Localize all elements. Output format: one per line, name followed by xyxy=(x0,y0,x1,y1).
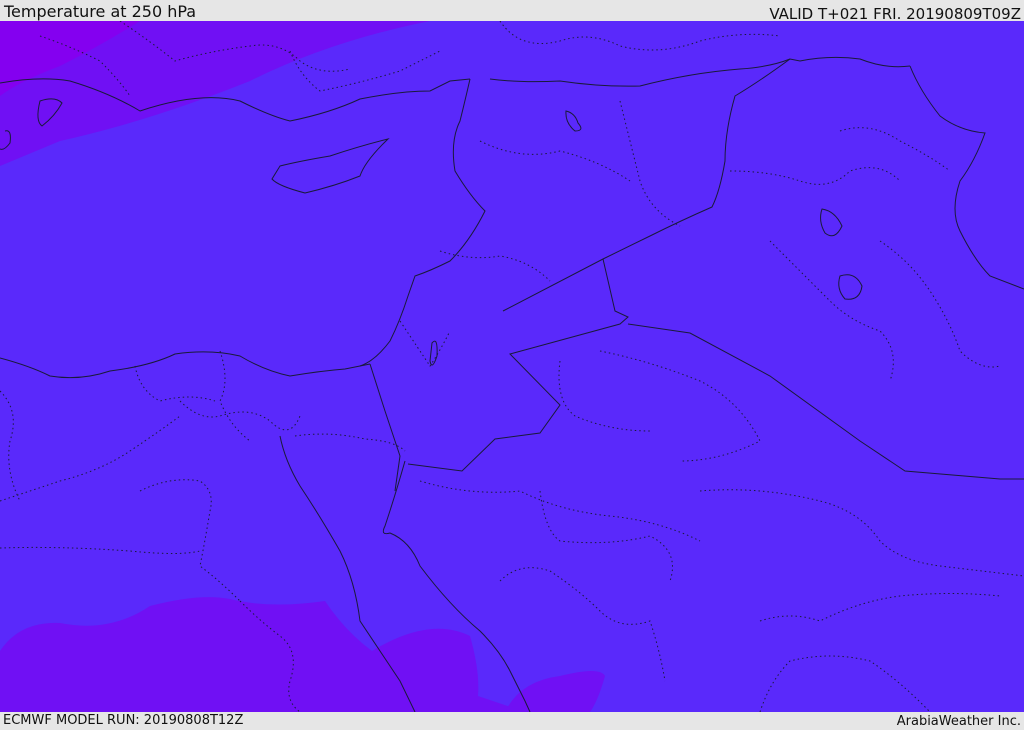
footer-bar: ECMWF MODEL RUN: 20190808T12Z ArabiaWeat… xyxy=(0,712,1024,729)
header-bar: Temperature at 250 hPa VALID T+021 FRI. … xyxy=(0,0,1024,23)
map-title: Temperature at 250 hPa xyxy=(4,2,197,21)
model-run-text: ECMWF MODEL RUN: 20190808T12Z xyxy=(3,713,244,728)
credit-text: ArabiaWeather Inc. xyxy=(896,714,1021,729)
map-canvas xyxy=(0,21,1024,712)
weather-map[interactable] xyxy=(0,21,1024,712)
